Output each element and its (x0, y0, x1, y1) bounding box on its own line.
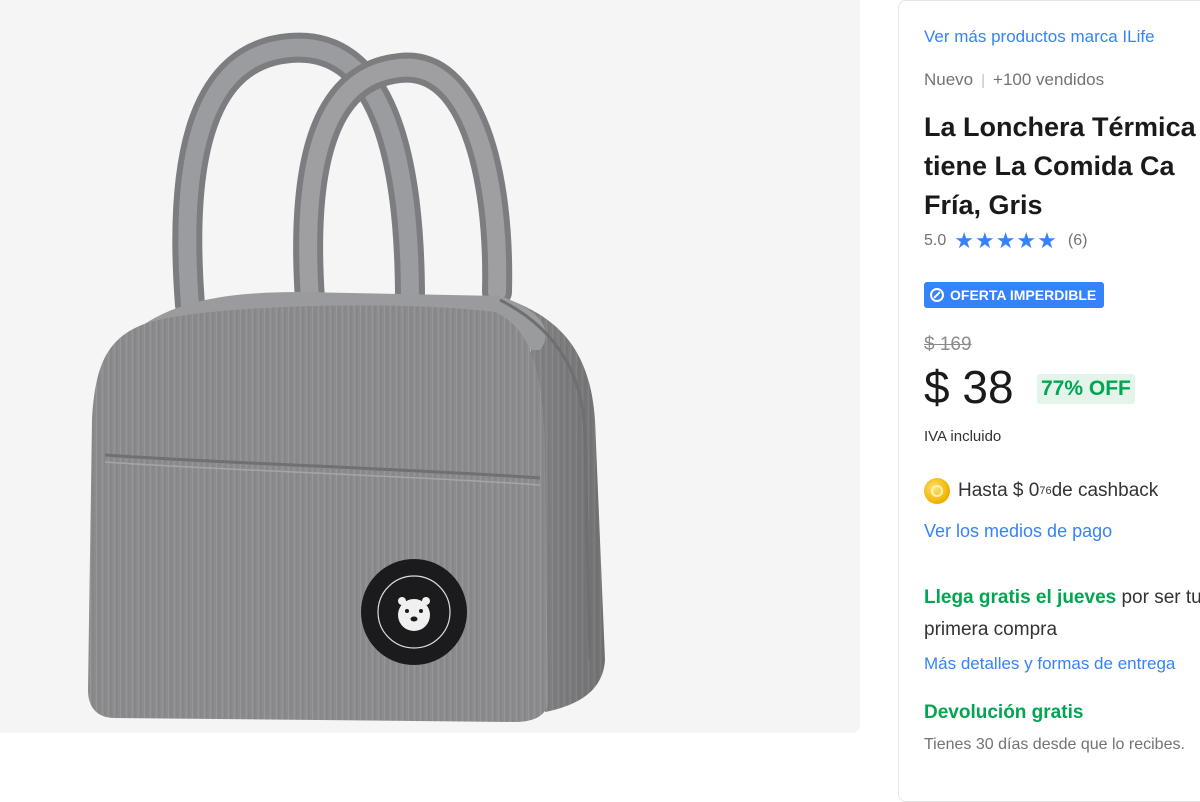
coin-icon (924, 478, 950, 504)
current-price: $ 38 (924, 361, 1014, 413)
brand-products-link[interactable]: Ver más productos marca ILife (924, 27, 1155, 47)
product-image-lunch-bag[interactable] (0, 0, 860, 733)
cashback-prefix: Hasta $ 0 (958, 480, 1040, 501)
tax-note: IVA incluido (924, 428, 1002, 445)
product-title-line-1: La Lonchera Térmica (924, 112, 1196, 142)
condition-label: Nuevo (924, 70, 974, 89)
payment-methods-link[interactable]: Ver los medios de pago (924, 521, 1112, 542)
discount-icon (930, 288, 944, 302)
sold-count: +100 vendidos (993, 70, 1105, 89)
rating-score: 5.0 (924, 232, 947, 249)
product-image-gallery[interactable] (0, 0, 860, 733)
deal-badge: OFERTA IMPERDIBLE (924, 282, 1105, 308)
product-title-line-2: tiene La Comida Ca (924, 151, 1175, 181)
rating-count: (6) (1067, 232, 1088, 249)
shipping-info-line-2: primera compra (924, 619, 1058, 640)
cashback-suffix: de cashback (1051, 480, 1159, 501)
rating-summary[interactable]: 5.0 ★★★★★ (6) (924, 230, 1087, 252)
free-return-note: Tienes 30 días desde que lo recibes. (924, 736, 1185, 753)
rating-stars-icon: ★★★★★ (954, 228, 1058, 253)
shipping-rest: por ser tu (1116, 587, 1200, 608)
shipping-details-link[interactable]: Más detalles y formas de entrega (924, 654, 1175, 674)
deal-badge-label: OFERTA IMPERDIBLE (950, 287, 1097, 303)
cashback-info: Hasta $ 0 76 de cashback (924, 478, 1158, 504)
original-price: $ 169 (924, 334, 972, 355)
discount-percentage: 77% OFF (1037, 374, 1135, 404)
shipping-info: Llega gratis el jueves por ser tu (924, 587, 1200, 609)
product-title-line-3: Fría, Gris (924, 190, 1043, 220)
free-return-title: Devolución gratis (924, 702, 1084, 723)
condition-and-sales: Nuevo | +100 vendidos (924, 70, 1104, 90)
separator: | (981, 72, 986, 89)
shipping-highlight: Llega gratis el jueves (924, 587, 1117, 608)
cashback-cents: 76 (1039, 485, 1052, 497)
